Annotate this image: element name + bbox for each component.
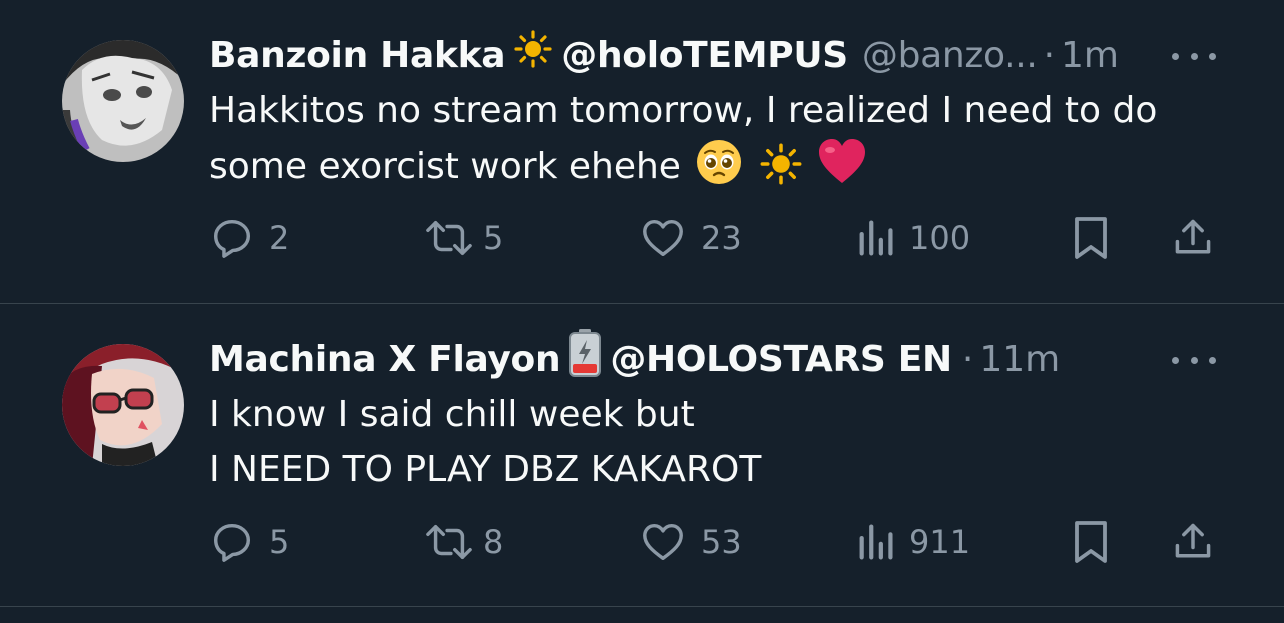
reply-button[interactable]: 5 [209,516,289,568]
tweet-text-line: some exorcist work ehehe [209,146,681,187]
reply-count: 5 [269,523,290,561]
tweet-banzoin-hakka[interactable]: Banzoin Hakka @holoTEMPUS @banzo... · 1m… [0,0,1284,303]
retweet-button[interactable]: 5 [423,212,503,264]
display-name[interactable]: Machina X Flayon [209,334,561,386]
reply-icon [209,519,255,565]
views-button[interactable]: 911 [855,516,970,568]
share-button[interactable] [1171,516,1215,568]
share-button[interactable] [1171,212,1215,264]
affiliation-label[interactable]: @HOLOSTARS EN [610,334,952,386]
sun-icon [759,142,803,202]
tweet-header: Banzoin Hakka @holoTEMPUS @banzo... · 1m [209,29,1119,84]
more-options-icon[interactable] [1172,44,1216,68]
avatar[interactable] [62,40,184,162]
tweet-header: Machina X Flayon @HOLOSTARS EN · 11m [209,328,1060,386]
tweet-actions: 2 5 23 100 [209,212,1229,264]
tweet-text-line: I NEED TO PLAY DBZ KAKAROT [209,449,762,490]
bookmark-button[interactable] [1069,516,1113,568]
views-button[interactable]: 100 [855,212,970,264]
display-name[interactable]: Banzoin Hakka [209,30,506,82]
red-heart-emoji [817,138,867,202]
timestamp[interactable]: 11m [979,334,1060,386]
bookmark-button[interactable] [1069,212,1113,264]
like-count: 23 [701,219,742,257]
analytics-icon [855,519,899,565]
more-options-icon[interactable] [1172,348,1216,372]
reply-icon [209,215,255,261]
bookmark-icon [1069,518,1113,566]
reply-button[interactable]: 2 [209,212,289,264]
like-button[interactable]: 53 [639,516,742,568]
tweet-actions: 5 8 53 911 [209,516,1229,568]
separator-dot: · [1043,35,1056,76]
retweet-count: 8 [483,523,504,561]
retweet-button[interactable]: 8 [423,516,503,568]
tweet-text-line-with-emojis: some exorcist work ehehe [209,138,1229,202]
share-icon [1171,519,1215,565]
bookmark-icon [1069,214,1113,262]
tweet-text: Hakkitos no stream tomorrow, I realized … [209,83,1229,202]
heart-icon [639,519,687,565]
view-count: 100 [909,219,971,257]
view-count: 911 [909,523,971,561]
tweet-divider [0,606,1284,607]
affiliation-label[interactable]: @holoTEMPUS [561,30,848,82]
tweet-text: I know I said chill week but I NEED TO P… [209,387,1229,497]
low-battery-icon [568,328,602,393]
avatar[interactable] [62,344,184,466]
username-handle[interactable]: @banzo... [862,30,1038,82]
like-count: 53 [701,523,742,561]
retweet-icon [423,519,475,565]
tweet-machina-x-flayon[interactable]: Machina X Flayon @HOLOSTARS EN · 11m I k… [0,304,1284,606]
retweet-count: 5 [483,219,504,257]
timestamp[interactable]: 1m [1061,30,1119,82]
reply-count: 2 [269,219,290,257]
analytics-icon [855,215,899,261]
share-icon [1171,215,1215,261]
heart-icon [639,215,687,261]
retweet-icon [423,215,475,261]
tweet-text-line: Hakkitos no stream tomorrow, I realized … [209,90,1158,131]
like-button[interactable]: 23 [639,212,742,264]
pleading-face-emoji [695,138,743,202]
separator-dot: · [961,339,974,380]
tweet-text-line: I know I said chill week but [209,394,695,435]
sun-icon [513,29,553,84]
